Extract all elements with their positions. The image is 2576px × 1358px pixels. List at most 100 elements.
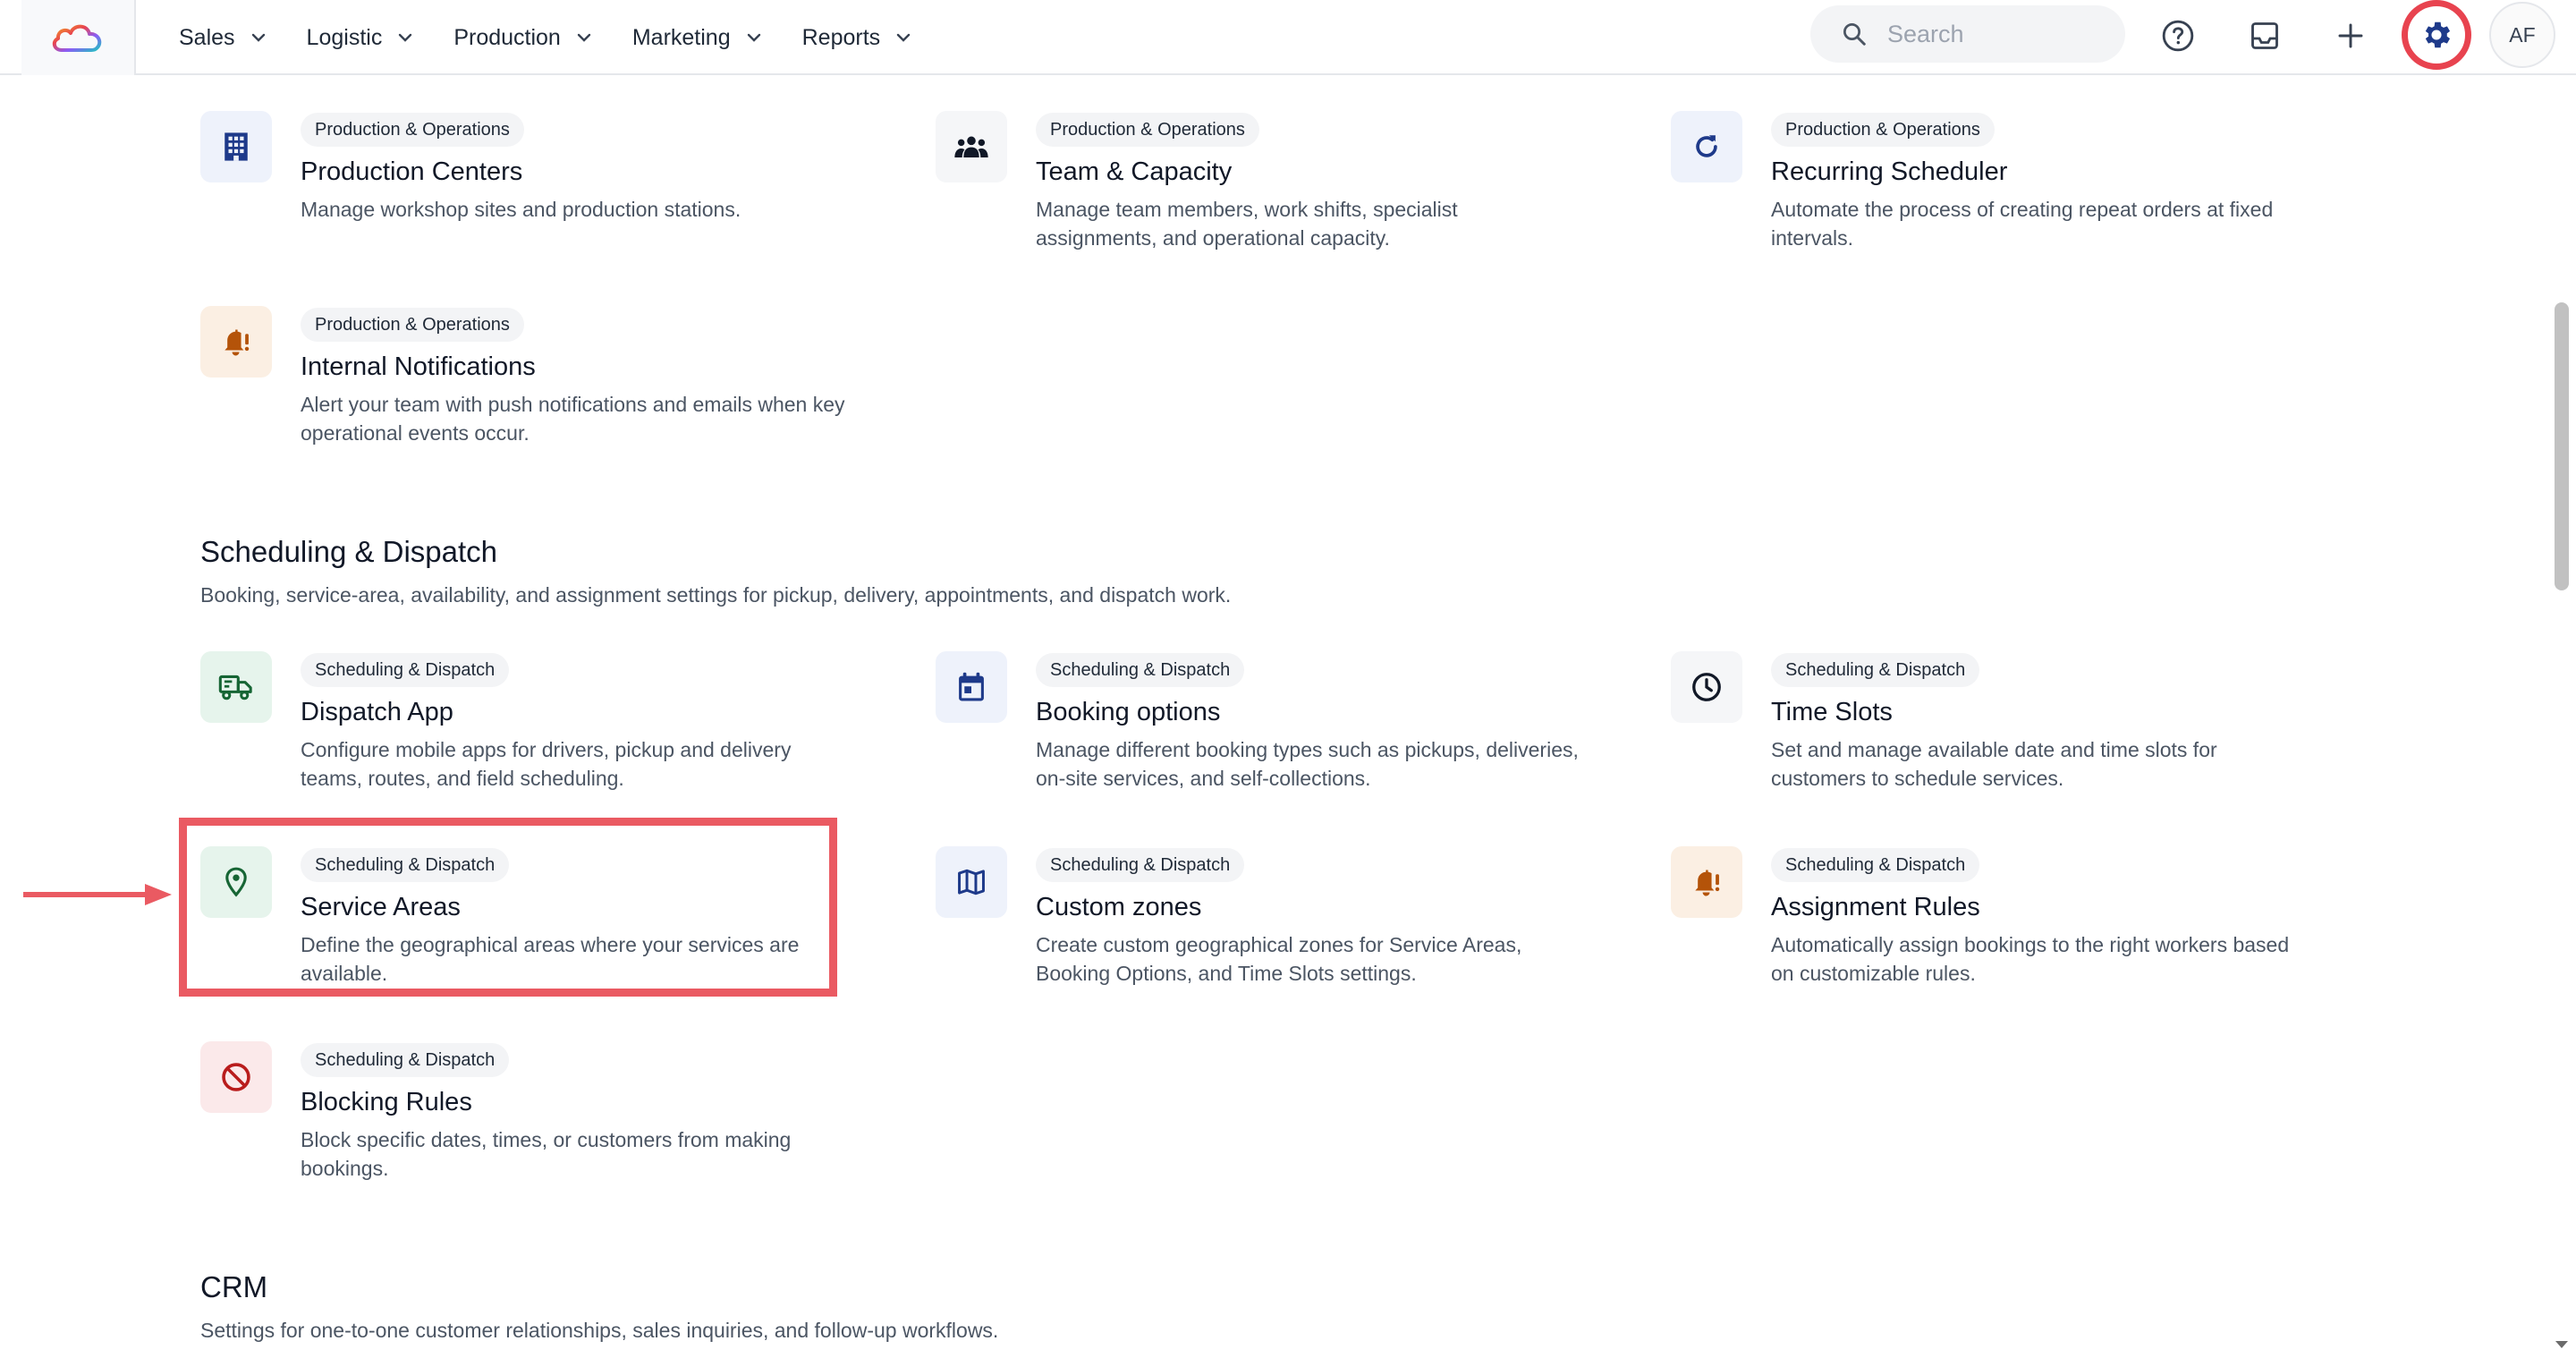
refresh-icon — [1696, 135, 1717, 157]
nav-production[interactable]: Production — [453, 25, 591, 51]
help-icon — [2162, 20, 2194, 52]
main-nav: Sales Logistic Production Marketing Repo… — [179, 0, 952, 75]
chevron-down-icon — [896, 33, 911, 42]
card-title: Booking options — [1036, 698, 1221, 726]
inbox-button[interactable] — [2245, 16, 2284, 55]
help-button[interactable] — [2158, 16, 2198, 55]
nav-logistic[interactable]: Logistic — [307, 25, 413, 51]
card-icon-box — [936, 651, 1007, 723]
category-tag: Scheduling & Dispatch — [301, 653, 510, 687]
settings-card-recurring-scheduler[interactable]: Production & Operations Recurring Schedu… — [1671, 111, 2368, 272]
scrollbar-thumb[interactable] — [2555, 302, 2569, 590]
clock-icon — [1692, 673, 1721, 701]
nav-label: Production — [453, 24, 561, 50]
card-icon-box — [1671, 846, 1742, 918]
card-title: Assignment Rules — [1771, 893, 1980, 921]
search-input[interactable] — [1885, 19, 2104, 49]
card-title: Time Slots — [1771, 698, 1893, 726]
card-title: Team & Capacity — [1036, 157, 1233, 186]
settings-card-internal-notifications[interactable]: Production & Operations Internal Notific… — [200, 306, 898, 467]
card-description: Set and manage available date and time s… — [1771, 738, 2217, 790]
section-title-scheduling: Scheduling & Dispatch — [200, 535, 498, 568]
card-description: Block specific dates, times, or customer… — [301, 1128, 792, 1180]
top-navigation-bar: Sales Logistic Production Marketing Repo… — [0, 0, 2576, 75]
settings-card-time-slots[interactable]: Scheduling & Dispatch Time Slots Set and… — [1671, 651, 2368, 812]
card-title: Blocking Rules — [301, 1088, 472, 1116]
section-title-crm: CRM — [200, 1270, 268, 1303]
card-description: Manage team members, work shifts, specia… — [1036, 198, 1458, 250]
nav-sales[interactable]: Sales — [179, 25, 266, 51]
scrollbar-track[interactable] — [2551, 75, 2576, 1358]
settings-card-booking-options[interactable]: Scheduling & Dispatch Booking options Ma… — [936, 651, 1633, 812]
card-title: Internal Notifications — [301, 352, 536, 381]
category-tag: Scheduling & Dispatch — [1036, 653, 1245, 687]
nav-reports[interactable]: Reports — [802, 25, 911, 51]
card-icon-box — [936, 111, 1007, 182]
category-tag: Production & Operations — [1036, 113, 1259, 147]
bell-alert-icon — [1695, 870, 1720, 896]
card-description: Manage workshop sites and production sta… — [301, 198, 741, 221]
team-icon — [954, 136, 988, 157]
highlight-box — [179, 818, 837, 997]
card-title: Recurring Scheduler — [1771, 157, 2008, 186]
card-description: Create custom geographical zones for Ser… — [1036, 933, 1522, 985]
settings-card-team-capacity[interactable]: Production & Operations Team & Capacity … — [936, 111, 1633, 272]
search-box[interactable] — [1810, 5, 2125, 63]
chevron-down-icon — [747, 33, 760, 42]
app-logo[interactable] — [21, 0, 136, 75]
nav-label: Sales — [179, 24, 235, 50]
card-title: Custom zones — [1036, 893, 1202, 921]
nav-marketing[interactable]: Marketing — [632, 25, 761, 51]
add-button[interactable] — [2331, 16, 2370, 55]
block-icon — [222, 1063, 250, 1091]
category-tag: Production & Operations — [301, 308, 524, 342]
card-icon-box — [200, 111, 272, 182]
map-icon — [958, 869, 985, 895]
settings-card-blocking-rules[interactable]: Scheduling & Dispatch Blocking Rules Blo… — [200, 1041, 898, 1202]
category-tag: Scheduling & Dispatch — [301, 1043, 510, 1077]
card-title: Dispatch App — [301, 698, 453, 726]
card-icon-box — [200, 306, 272, 378]
category-tag: Production & Operations — [301, 113, 524, 147]
nav-label: Logistic — [306, 24, 383, 50]
card-icon-box — [1671, 651, 1742, 723]
card-description: Manage different booking types such as p… — [1036, 738, 1579, 790]
delivery-truck-icon — [218, 675, 252, 700]
card-description: Automatically assign bookings to the rig… — [1771, 933, 2290, 985]
chevron-down-icon — [251, 33, 265, 42]
category-tag: Scheduling & Dispatch — [1771, 848, 1980, 882]
pointer-arrow-icon — [23, 884, 172, 905]
section-description-crm: Settings for one-to-one customer relatio… — [200, 1319, 999, 1342]
nav-label: Reports — [801, 24, 881, 50]
building-icon — [225, 132, 248, 161]
card-description: Automate the process of creating repeat … — [1771, 198, 2274, 250]
card-icon-box — [200, 651, 272, 723]
cloud-logo-icon — [52, 24, 102, 52]
bell-alert-icon — [225, 329, 250, 356]
card-icon-box — [1671, 111, 1742, 182]
card-description: Configure mobile apps for drivers, picku… — [301, 738, 792, 790]
category-tag: Scheduling & Dispatch — [1771, 653, 1980, 687]
settings-card-assignment-rules[interactable]: Scheduling & Dispatch Assignment Rules A… — [1671, 846, 2368, 1007]
calendar-icon — [959, 672, 984, 701]
card-title: Production Centers — [301, 157, 523, 186]
search-icon — [1843, 23, 1866, 46]
inbox-icon — [2251, 22, 2278, 49]
settings-card-dispatch-app[interactable]: Scheduling & Dispatch Dispatch App Confi… — [200, 651, 898, 812]
scroll-down-arrow-icon[interactable] — [2554, 1338, 2570, 1351]
card-icon-box — [200, 1041, 272, 1113]
avatar-initials: AF — [2509, 22, 2536, 47]
chevron-down-icon — [399, 33, 412, 42]
category-tag: Scheduling & Dispatch — [1036, 848, 1245, 882]
user-avatar[interactable]: AF — [2489, 2, 2555, 68]
category-tag: Production & Operations — [1771, 113, 1995, 147]
gear-icon — [2425, 21, 2451, 48]
chevron-down-icon — [577, 33, 591, 42]
nav-label: Marketing — [631, 24, 731, 50]
plus-icon — [2338, 23, 2363, 48]
section-description-scheduling: Booking, service-area, availability, and… — [200, 583, 1232, 607]
card-description: Alert your team with push notifications … — [301, 393, 845, 445]
settings-button[interactable] — [2402, 0, 2471, 70]
settings-card-custom-zones[interactable]: Scheduling & Dispatch Custom zones Creat… — [936, 846, 1633, 1007]
settings-card-production-centers[interactable]: Production & Operations Production Cente… — [200, 111, 898, 272]
